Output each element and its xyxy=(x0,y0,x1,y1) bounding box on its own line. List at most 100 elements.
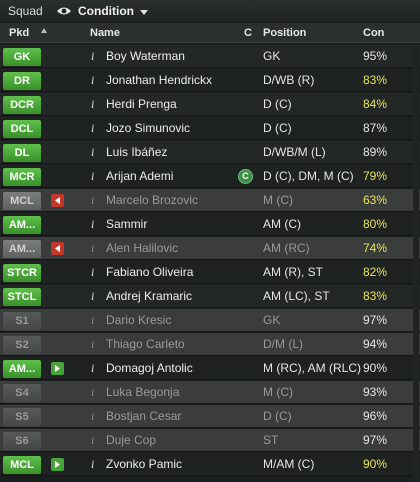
player-name[interactable]: Thiago Carleto xyxy=(106,337,185,351)
info-icon[interactable]: i xyxy=(91,145,101,160)
player-position: D (C) xyxy=(263,121,292,135)
picked-position-button[interactable]: S6 xyxy=(3,432,41,450)
column-header-position[interactable]: Position xyxy=(263,23,306,43)
player-name[interactable]: Bostjan Cesar xyxy=(106,409,181,423)
table-row[interactable]: S4 i Luka Begonja M (C) 93% xyxy=(0,381,420,404)
table-row[interactable]: STCL i Andrej Kramaric AM (LC), ST 83% xyxy=(0,285,420,308)
player-name[interactable]: Alen Halilovic xyxy=(106,241,178,255)
arrow-left-icon xyxy=(51,242,64,255)
player-name[interactable]: Dario Kresic xyxy=(106,313,171,327)
table-row[interactable]: AM... i Domagoj Antolic M (RC), AM (RLC) 90% xyxy=(0,357,420,380)
sort-asc-icon xyxy=(41,28,47,33)
player-name[interactable]: Sammir xyxy=(106,217,147,231)
info-icon[interactable]: i xyxy=(91,361,101,376)
player-position: AM (R), ST xyxy=(263,265,323,279)
eye-icon xyxy=(57,7,71,15)
table-row[interactable]: STCR i Fabiano Oliveira AM (R), ST 82% xyxy=(0,261,420,284)
info-icon[interactable]: i xyxy=(91,313,101,328)
info-icon[interactable]: i xyxy=(91,337,101,352)
player-name[interactable]: Jozo Simunovic xyxy=(106,121,190,135)
table-row[interactable]: S2 i Thiago Carleto D/M (L) 94% xyxy=(0,333,420,356)
picked-position-button[interactable]: DR xyxy=(3,72,41,90)
player-name[interactable]: Herdi Prenga xyxy=(106,97,177,111)
player-name[interactable]: Domagoj Antolic xyxy=(106,361,193,375)
table-row[interactable]: MCL i Zvonko Pamic M/AM (C) 90% xyxy=(0,453,420,476)
table-row[interactable]: DR i Jonathan Hendrickx D/WB (R) 83% xyxy=(0,69,420,92)
picked-position-button[interactable]: STCL xyxy=(3,288,41,306)
scrollbar[interactable] xyxy=(413,45,419,482)
info-icon[interactable]: i xyxy=(91,121,101,136)
player-name[interactable]: Marcelo Brozovic xyxy=(106,193,198,207)
picked-position-button[interactable]: S5 xyxy=(3,408,41,426)
player-name[interactable]: Fabiano Oliveira xyxy=(106,265,193,279)
info-icon[interactable]: i xyxy=(91,409,101,424)
picked-position-button[interactable]: MCL xyxy=(3,456,41,474)
info-icon[interactable]: i xyxy=(91,433,101,448)
picked-position-button[interactable]: GK xyxy=(3,48,41,66)
info-icon[interactable]: i xyxy=(91,49,101,64)
view-selector[interactable]: Condition xyxy=(56,4,148,18)
info-icon[interactable]: i xyxy=(91,73,101,88)
player-name[interactable]: Boy Waterman xyxy=(106,49,185,63)
table-row[interactable]: DL i Luis Ibáñez D/WB/M (L) 89% xyxy=(0,141,420,164)
condition-value: 90% xyxy=(363,457,388,471)
player-name[interactable]: Andrej Kramaric xyxy=(106,289,192,303)
table-row[interactable]: S6 i Duje Cop ST 97% xyxy=(0,429,420,452)
table-row[interactable]: AM... i Alen Halilovic AM (RC) 74% xyxy=(0,237,420,260)
player-position: GK xyxy=(263,49,281,63)
picked-position-button[interactable]: S4 xyxy=(3,384,41,402)
info-icon[interactable]: i xyxy=(91,457,101,472)
picked-position-button[interactable]: STCR xyxy=(3,264,41,282)
player-position: D/WB/M (L) xyxy=(263,145,326,159)
info-icon[interactable]: i xyxy=(91,193,101,208)
info-icon[interactable]: i xyxy=(91,217,101,232)
column-header-name[interactable]: Name xyxy=(90,23,120,43)
condition-value: 82% xyxy=(363,265,388,279)
info-icon[interactable]: i xyxy=(91,385,101,400)
picked-position-button[interactable]: S1 xyxy=(3,312,41,330)
table-row[interactable]: MCR i Arijan Ademi C D (C), DM, M (C) 79% xyxy=(0,165,420,188)
picked-position-button[interactable]: MCR xyxy=(3,168,41,186)
picked-position-button[interactable]: DCR xyxy=(3,96,41,114)
player-position: D (C) xyxy=(263,409,292,423)
player-position: M (RC), AM (RLC) xyxy=(263,361,361,375)
picked-position-button[interactable]: S2 xyxy=(3,336,41,354)
picked-position-button[interactable]: AM... xyxy=(3,216,41,234)
player-position: AM (LC), ST xyxy=(263,289,330,303)
column-header-pkd[interactable]: Pkd xyxy=(9,23,29,43)
condition-value: 79% xyxy=(363,169,388,183)
table-row[interactable]: GK i Boy Waterman GK 95% xyxy=(0,45,420,68)
player-position: D (C) xyxy=(263,97,292,111)
table-row[interactable]: DCL i Jozo Simunovic D (C) 87% xyxy=(0,117,420,140)
player-name[interactable]: Arijan Ademi xyxy=(106,169,173,183)
table-row[interactable]: DCR i Herdi Prenga D (C) 84% xyxy=(0,93,420,116)
column-header-captain[interactable]: C xyxy=(244,23,252,43)
table-row[interactable]: S5 i Bostjan Cesar D (C) 96% xyxy=(0,405,420,428)
info-icon[interactable]: i xyxy=(91,265,101,280)
info-icon[interactable]: i xyxy=(91,97,101,112)
player-name[interactable]: Zvonko Pamic xyxy=(106,457,182,471)
condition-value: 94% xyxy=(363,337,388,351)
info-icon[interactable]: i xyxy=(91,289,101,304)
condition-value: 74% xyxy=(363,241,388,255)
arrow-right-icon xyxy=(51,362,64,375)
player-name[interactable]: Duje Cop xyxy=(106,433,156,447)
player-name[interactable]: Luis Ibáñez xyxy=(106,145,167,159)
view-selector-label: Condition xyxy=(78,4,134,18)
column-header-condition[interactable]: Con xyxy=(363,23,384,43)
info-icon[interactable]: i xyxy=(91,241,101,256)
table-row[interactable]: MCL i Marcelo Brozovic M (C) 63% xyxy=(0,189,420,212)
info-icon[interactable]: i xyxy=(91,169,101,184)
picked-position-button[interactable]: DL xyxy=(3,144,41,162)
player-name[interactable]: Jonathan Hendrickx xyxy=(106,73,212,87)
picked-position-button[interactable]: DCL xyxy=(3,120,41,138)
player-position: M/AM (C) xyxy=(263,457,315,471)
picked-position-button[interactable]: AM... xyxy=(3,360,41,378)
picked-position-button[interactable]: AM... xyxy=(3,240,41,258)
chevron-down-icon xyxy=(139,9,148,15)
table-row[interactable]: AM... i Sammir AM (C) 80% xyxy=(0,213,420,236)
picked-position-button[interactable]: MCL xyxy=(3,192,41,210)
condition-value: 87% xyxy=(363,121,388,135)
player-name[interactable]: Luka Begonja xyxy=(106,385,179,399)
table-row[interactable]: S1 i Dario Kresic GK 97% xyxy=(0,309,420,332)
